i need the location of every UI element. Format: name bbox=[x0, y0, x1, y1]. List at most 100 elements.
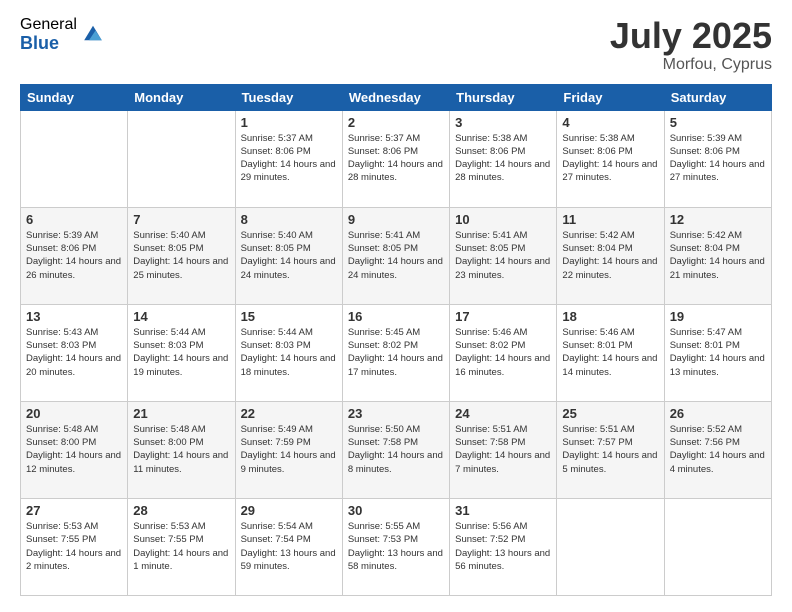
day-info: Sunrise: 5:46 AM Sunset: 8:01 PM Dayligh… bbox=[562, 326, 658, 379]
day-number: 5 bbox=[670, 115, 766, 130]
logo-general: General bbox=[20, 16, 77, 34]
day-info: Sunrise: 5:44 AM Sunset: 8:03 PM Dayligh… bbox=[241, 326, 337, 379]
day-info: Sunrise: 5:43 AM Sunset: 8:03 PM Dayligh… bbox=[26, 326, 122, 379]
calendar-week-row: 13 Sunrise: 5:43 AM Sunset: 8:03 PM Dayli… bbox=[21, 304, 772, 401]
day-number: 20 bbox=[26, 406, 122, 421]
header-monday: Monday bbox=[128, 84, 235, 110]
table-row: 14Sunrise: 5:44 AM Sunset: 8:03 PM Dayli… bbox=[128, 304, 235, 401]
header: General Blue July 2025 Morfou, Cyprus bbox=[20, 16, 772, 74]
table-row: 26 Sunrise: 5:52 AM Sunset: 7:56 PM Dayli… bbox=[664, 401, 771, 498]
day-number: 3 bbox=[455, 115, 551, 130]
day-number: 25 bbox=[562, 406, 658, 421]
table-row: 2Sunrise: 5:37 AM Sunset: 8:06 PM Daylig… bbox=[342, 110, 449, 207]
day-info: Sunrise: 5:40 AM Sunset: 8:05 PM Dayligh… bbox=[133, 229, 229, 282]
header-tuesday: Tuesday bbox=[235, 84, 342, 110]
day-number: 6 bbox=[26, 212, 122, 227]
day-number: 15 bbox=[241, 309, 337, 324]
page: General Blue July 2025 Morfou, Cyprus Su… bbox=[0, 0, 792, 612]
table-row bbox=[557, 498, 664, 595]
day-info: Sunrise: 5:53 AM Sunset: 7:55 PM Dayligh… bbox=[133, 520, 229, 573]
day-info: Sunrise: 5:41 AM Sunset: 8:05 PM Dayligh… bbox=[348, 229, 444, 282]
day-number: 23 bbox=[348, 406, 444, 421]
day-number: 21 bbox=[133, 406, 229, 421]
location: Morfou, Cyprus bbox=[610, 56, 772, 74]
table-row bbox=[21, 110, 128, 207]
day-number: 4 bbox=[562, 115, 658, 130]
day-number: 17 bbox=[455, 309, 551, 324]
title-section: July 2025 Morfou, Cyprus bbox=[610, 16, 772, 74]
table-row: 12Sunrise: 5:42 AM Sunset: 8:04 PM Dayli… bbox=[664, 207, 771, 304]
calendar-week-row: 1 Sunrise: 5:37 AM Sunset: 8:06 PM Daylig… bbox=[21, 110, 772, 207]
day-info: Sunrise: 5:51 AM Sunset: 7:57 PM Dayligh… bbox=[562, 423, 658, 476]
header-friday: Friday bbox=[557, 84, 664, 110]
day-number: 24 bbox=[455, 406, 551, 421]
day-info: Sunrise: 5:48 AM Sunset: 8:00 PM Dayligh… bbox=[26, 423, 122, 476]
calendar-week-row: 6Sunrise: 5:39 AM Sunset: 8:06 PM Daylig… bbox=[21, 207, 772, 304]
table-row: 17Sunrise: 5:46 AM Sunset: 8:02 PM Dayli… bbox=[450, 304, 557, 401]
calendar: Sunday Monday Tuesday Wednesday Thursday… bbox=[20, 84, 772, 596]
day-info: Sunrise: 5:37 AM Sunset: 8:06 PM Dayligh… bbox=[241, 132, 337, 185]
day-info: Sunrise: 5:50 AM Sunset: 7:58 PM Dayligh… bbox=[348, 423, 444, 476]
table-row: 13 Sunrise: 5:43 AM Sunset: 8:03 PM Dayli… bbox=[21, 304, 128, 401]
day-info: Sunrise: 5:38 AM Sunset: 8:06 PM Dayligh… bbox=[455, 132, 551, 185]
day-number: 1 bbox=[241, 115, 337, 130]
day-number: 29 bbox=[241, 503, 337, 518]
logo-blue: Blue bbox=[20, 34, 77, 54]
calendar-week-row: 20 Sunrise: 5:48 AM Sunset: 8:00 PM Dayli… bbox=[21, 401, 772, 498]
header-sunday: Sunday bbox=[21, 84, 128, 110]
day-info: Sunrise: 5:52 AM Sunset: 7:56 PM Dayligh… bbox=[670, 423, 766, 476]
day-info: Sunrise: 5:42 AM Sunset: 8:04 PM Dayligh… bbox=[670, 229, 766, 282]
table-row: 1 Sunrise: 5:37 AM Sunset: 8:06 PM Daylig… bbox=[235, 110, 342, 207]
table-row: 19Sunrise: 5:47 AM Sunset: 8:01 PM Dayli… bbox=[664, 304, 771, 401]
day-info: Sunrise: 5:48 AM Sunset: 8:00 PM Dayligh… bbox=[133, 423, 229, 476]
table-row: 5 Sunrise: 5:39 AM Sunset: 8:06 PM Daylig… bbox=[664, 110, 771, 207]
table-row: 30Sunrise: 5:55 AM Sunset: 7:53 PM Dayli… bbox=[342, 498, 449, 595]
day-number: 18 bbox=[562, 309, 658, 324]
day-info: Sunrise: 5:39 AM Sunset: 8:06 PM Dayligh… bbox=[670, 132, 766, 185]
table-row: 31Sunrise: 5:56 AM Sunset: 7:52 PM Dayli… bbox=[450, 498, 557, 595]
day-info: Sunrise: 5:41 AM Sunset: 8:05 PM Dayligh… bbox=[455, 229, 551, 282]
table-row: 27 Sunrise: 5:53 AM Sunset: 7:55 PM Dayli… bbox=[21, 498, 128, 595]
day-number: 27 bbox=[26, 503, 122, 518]
table-row: 25 Sunrise: 5:51 AM Sunset: 7:57 PM Dayli… bbox=[557, 401, 664, 498]
table-row: 24Sunrise: 5:51 AM Sunset: 7:58 PM Dayli… bbox=[450, 401, 557, 498]
day-number: 26 bbox=[670, 406, 766, 421]
day-info: Sunrise: 5:56 AM Sunset: 7:52 PM Dayligh… bbox=[455, 520, 551, 573]
day-number: 9 bbox=[348, 212, 444, 227]
table-row: 9 Sunrise: 5:41 AM Sunset: 8:05 PM Daylig… bbox=[342, 207, 449, 304]
day-number: 22 bbox=[241, 406, 337, 421]
day-info: Sunrise: 5:53 AM Sunset: 7:55 PM Dayligh… bbox=[26, 520, 122, 573]
day-info: Sunrise: 5:44 AM Sunset: 8:03 PM Dayligh… bbox=[133, 326, 229, 379]
table-row: 4 Sunrise: 5:38 AM Sunset: 8:06 PM Daylig… bbox=[557, 110, 664, 207]
day-info: Sunrise: 5:42 AM Sunset: 8:04 PM Dayligh… bbox=[562, 229, 658, 282]
table-row: 16Sunrise: 5:45 AM Sunset: 8:02 PM Dayli… bbox=[342, 304, 449, 401]
header-thursday: Thursday bbox=[450, 84, 557, 110]
day-info: Sunrise: 5:37 AM Sunset: 8:06 PM Dayligh… bbox=[348, 132, 444, 185]
day-info: Sunrise: 5:45 AM Sunset: 8:02 PM Dayligh… bbox=[348, 326, 444, 379]
logo-icon bbox=[81, 21, 105, 45]
header-saturday: Saturday bbox=[664, 84, 771, 110]
table-row: 3 Sunrise: 5:38 AM Sunset: 8:06 PM Daylig… bbox=[450, 110, 557, 207]
day-info: Sunrise: 5:54 AM Sunset: 7:54 PM Dayligh… bbox=[241, 520, 337, 573]
day-number: 28 bbox=[133, 503, 229, 518]
day-number: 10 bbox=[455, 212, 551, 227]
table-row: 8Sunrise: 5:40 AM Sunset: 8:05 PM Daylig… bbox=[235, 207, 342, 304]
logo: General Blue bbox=[20, 16, 105, 53]
table-row: 6Sunrise: 5:39 AM Sunset: 8:06 PM Daylig… bbox=[21, 207, 128, 304]
day-info: Sunrise: 5:55 AM Sunset: 7:53 PM Dayligh… bbox=[348, 520, 444, 573]
month-title: July 2025 bbox=[610, 16, 772, 56]
table-row: 10 Sunrise: 5:41 AM Sunset: 8:05 PM Dayli… bbox=[450, 207, 557, 304]
day-number: 11 bbox=[562, 212, 658, 227]
day-number: 19 bbox=[670, 309, 766, 324]
day-info: Sunrise: 5:49 AM Sunset: 7:59 PM Dayligh… bbox=[241, 423, 337, 476]
weekday-header-row: Sunday Monday Tuesday Wednesday Thursday… bbox=[21, 84, 772, 110]
table-row bbox=[664, 498, 771, 595]
day-info: Sunrise: 5:38 AM Sunset: 8:06 PM Dayligh… bbox=[562, 132, 658, 185]
table-row: 22 Sunrise: 5:49 AM Sunset: 7:59 PM Dayli… bbox=[235, 401, 342, 498]
table-row: 7Sunrise: 5:40 AM Sunset: 8:05 PM Daylig… bbox=[128, 207, 235, 304]
table-row: 23 Sunrise: 5:50 AM Sunset: 7:58 PM Dayli… bbox=[342, 401, 449, 498]
day-number: 13 bbox=[26, 309, 122, 324]
table-row: 18 Sunrise: 5:46 AM Sunset: 8:01 PM Dayli… bbox=[557, 304, 664, 401]
header-wednesday: Wednesday bbox=[342, 84, 449, 110]
logo-text: General Blue bbox=[20, 16, 77, 53]
